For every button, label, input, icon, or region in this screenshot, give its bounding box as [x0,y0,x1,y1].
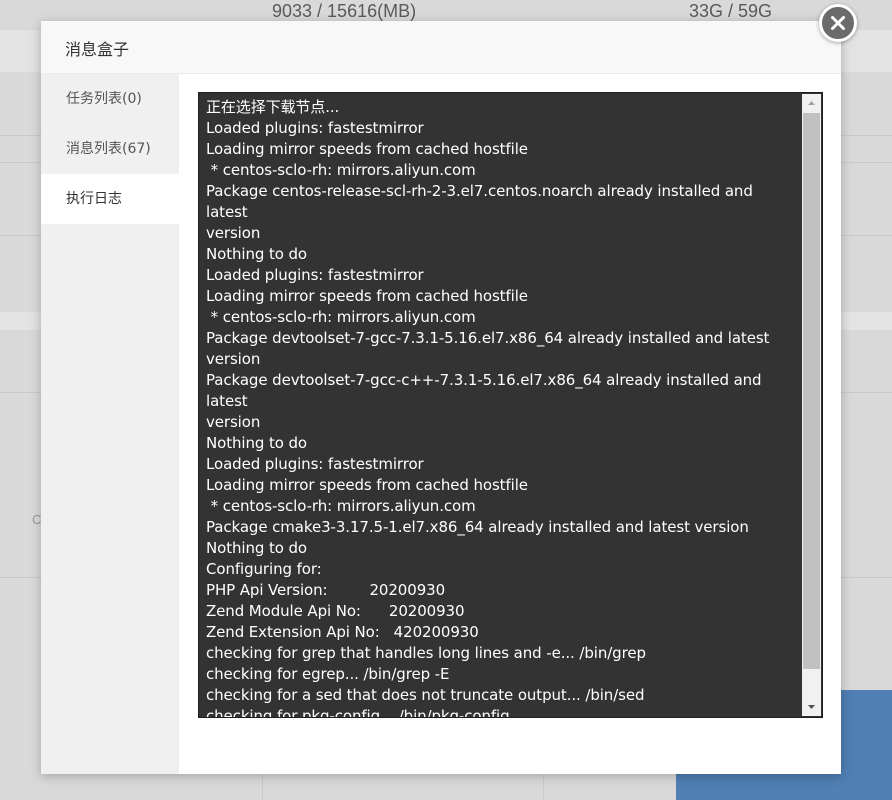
log-line: checking for egrep... /bin/grep -E [206,665,450,683]
log-line: Package cmake3-3.17.5-1.el7.x86_64 alrea… [206,518,749,536]
memory-stat: 9033 / 15616(MB) [272,1,417,21]
log-line: Loading mirror speeds from cached hostfi… [206,287,528,305]
modal-header: 消息盒子 [41,21,841,74]
log-line: Loading mirror speeds from cached hostfi… [206,476,528,494]
execution-log-text: 正在选择下载节点... Loaded plugins: fastestmirror… [206,97,798,718]
disk-stat: 33G / 59G [689,1,773,21]
log-line: checking for grep that handles long line… [206,644,646,662]
log-line: * centos-sclo-rh: mirrors.aliyun.com [206,308,476,326]
scroll-down-arrow-icon[interactable] [802,698,821,716]
background-divider [543,775,544,800]
log-line: * centos-sclo-rh: mirrors.aliyun.com [206,161,476,179]
modal-sidebar: 任务列表(0) 消息列表(67) 执行日志 [41,74,179,774]
log-line: Zend Module Api No: 20200930 [206,602,465,620]
log-line: checking for a sed that does not truncat… [206,686,645,704]
execution-log-panel[interactable]: 正在选择下载节点... Loaded plugins: fastestmirror… [198,92,823,718]
log-line: * centos-sclo-rh: mirrors.aliyun.com [206,497,476,515]
log-line: 正在选择下载节点... [206,98,340,116]
tab-message-list[interactable]: 消息列表(67) [41,124,179,174]
tab-execution-log[interactable]: 执行日志 [41,174,179,224]
log-line: Loaded plugins: fastestmirror [206,455,424,473]
log-scrollbar[interactable] [802,94,821,716]
modal-title: 消息盒子 [65,40,130,59]
scroll-up-arrow-icon[interactable] [802,94,821,112]
log-line: version [206,413,261,431]
close-button[interactable] [819,4,857,42]
message-box-modal: 消息盒子 任务列表(0) 消息列表(67) 执行日志 正在选择下载节点... Lo… [41,21,841,774]
log-line: checking for pkg-config... /bin/pkg-conf… [206,707,510,718]
log-line: Configuring for: [206,560,322,578]
background-divider [262,775,263,800]
log-line: Zend Extension Api No: 420200930 [206,623,479,641]
log-line: Nothing to do [206,245,307,263]
log-line: Loaded plugins: fastestmirror [206,119,424,137]
log-line: Nothing to do [206,434,307,452]
log-line: Package devtoolset-7-gcc-c++-7.3.1-5.16.… [206,371,767,410]
log-line: version [206,224,261,242]
log-line: version [206,350,261,368]
log-line: Nothing to do [206,539,307,557]
background-text: C [32,512,42,527]
tab-task-list[interactable]: 任务列表(0) [41,74,179,124]
log-line: Package centos-release-scl-rh-2-3.el7.ce… [206,182,758,221]
log-line: Package devtoolset-7-gcc-7.3.1-5.16.el7.… [206,329,770,347]
log-line: Loaded plugins: fastestmirror [206,266,424,284]
scrollbar-thumb[interactable] [803,113,820,669]
log-line: Loading mirror speeds from cached hostfi… [206,140,528,158]
log-line: PHP Api Version: 20200930 [206,581,446,599]
